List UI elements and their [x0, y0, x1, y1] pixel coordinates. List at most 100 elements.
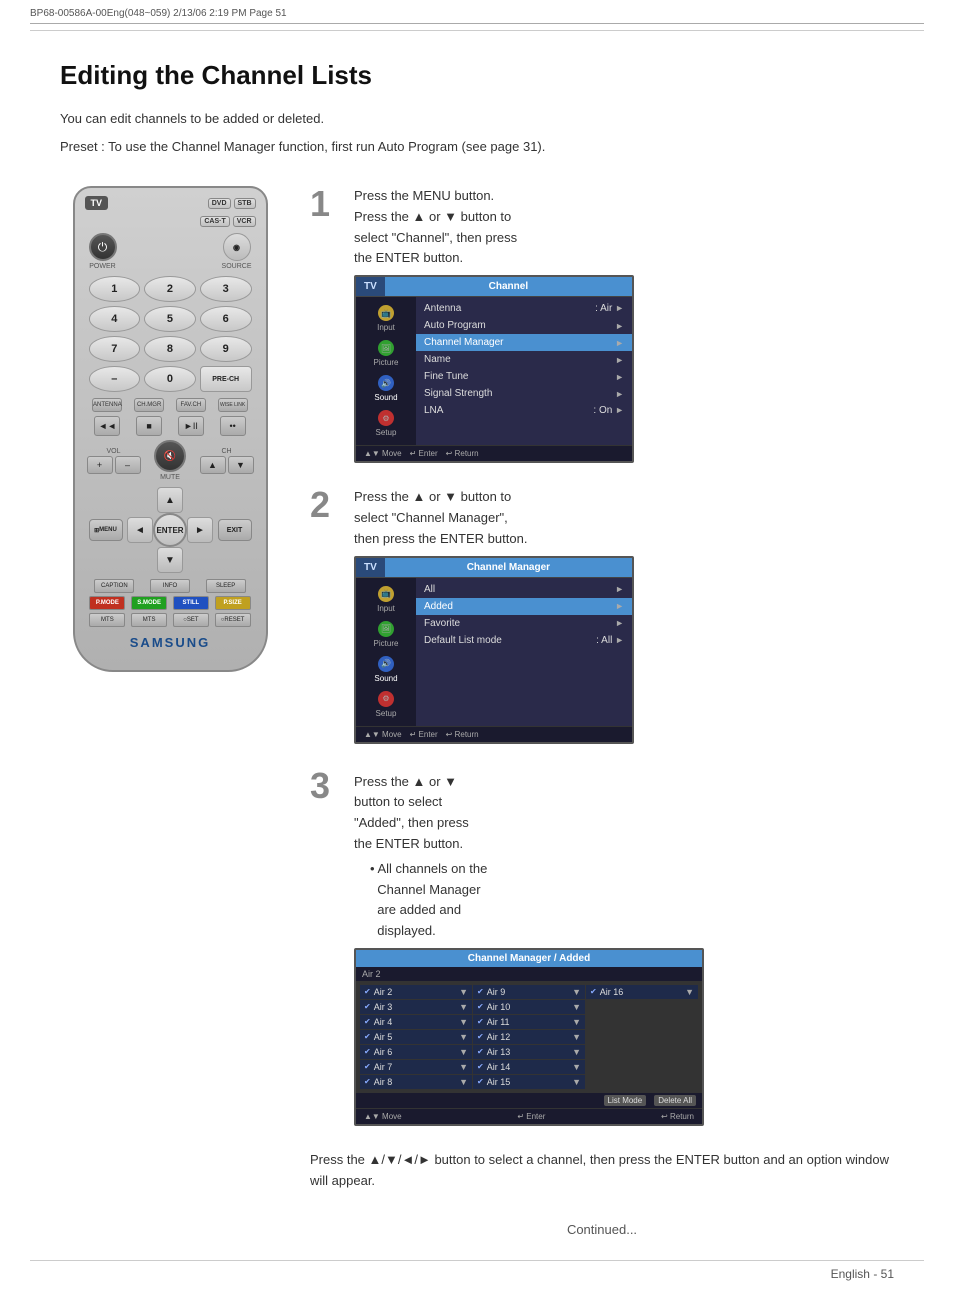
- ch-air3: ✔Air 3▼: [360, 1000, 472, 1014]
- antenna-label: Antenna: [424, 303, 461, 314]
- all-arrow: ►: [615, 584, 624, 594]
- remote-mute-btn[interactable]: 🔇: [154, 440, 186, 472]
- input-icon: 📺: [378, 305, 394, 321]
- step-1-text: Press the MENU button. Press the ▲ or ▼ …: [354, 186, 894, 269]
- remote-vol-up[interactable]: +: [87, 456, 113, 474]
- remote-vcr-btn[interactable]: VCR: [233, 216, 256, 227]
- remote-cast-btn[interactable]: CAS·T: [200, 216, 229, 227]
- remote-ch-up[interactable]: ▲: [200, 456, 226, 474]
- tv-menu-1: TV Channel 📺 Input 🖼: [354, 275, 634, 463]
- ch-air5: ✔Air 5▼: [360, 1030, 472, 1044]
- remote-dpad-right[interactable]: ►: [187, 517, 213, 543]
- remote-source-button[interactable]: ◉: [223, 233, 251, 261]
- ch-manager-header: Channel Manager / Added: [356, 950, 702, 967]
- remote-reset-btn[interactable]: ○RESET: [215, 613, 251, 627]
- remote-psize-btn[interactable]: P.SIZE: [215, 596, 251, 610]
- menu2-item-all: All ►: [416, 581, 632, 598]
- remote-play-btn[interactable]: ►II: [178, 416, 204, 436]
- remote-rew-btn[interactable]: ◄◄: [94, 416, 120, 436]
- remote-btn-9[interactable]: 9: [200, 336, 252, 362]
- chmgr-label: Channel Manager: [424, 337, 504, 348]
- remote-pmode-btn[interactable]: P.MODE: [89, 596, 125, 610]
- ch-col-3: ✔Air 16▼: [586, 985, 698, 1089]
- remote-samsung-logo: SAMSUNG: [85, 635, 256, 650]
- remote-dvd-btn[interactable]: DVD: [208, 198, 231, 209]
- sidebar-input: 📺 Input: [356, 301, 416, 336]
- input2-label: Input: [377, 604, 395, 613]
- remote-dpad-up[interactable]: ▲: [157, 487, 183, 513]
- remote-power-label: POWER: [89, 263, 115, 270]
- intro-line-1: You can edit channels to be added or del…: [60, 109, 894, 129]
- step-3-number: 3: [310, 768, 338, 804]
- picture-icon: 🖼: [378, 340, 394, 356]
- remote-power-button[interactable]: ⏻: [89, 233, 117, 261]
- remote-power-row: ⏻ POWER ◉ SOURCE: [89, 233, 252, 270]
- remote-top-bar-2: CAS·T VCR: [85, 216, 256, 227]
- remote-caption-btn[interactable]: CAPTION: [94, 579, 134, 593]
- remote-ff-btn[interactable]: ••: [220, 416, 246, 436]
- name-arrow: ►: [615, 355, 624, 365]
- remote-set-btn[interactable]: ○SET: [173, 613, 209, 627]
- remote-mts-btn[interactable]: MTS: [89, 613, 125, 627]
- ch-air4: ✔Air 4▼: [360, 1015, 472, 1029]
- remote-volch-row: VOL + – 🔇 MUTE CH ▲ ▼: [87, 440, 254, 481]
- remote-smode-btn[interactable]: S.MODE: [131, 596, 167, 610]
- ch-manager-grid: ✔Air 2▼ ✔Air 3▼ ✔Air 4▼ ✔Air 5▼ ✔Air 6▼ …: [356, 981, 702, 1093]
- step-1-number: 1: [310, 186, 338, 222]
- remote-dpad-enter[interactable]: ENTER: [153, 513, 187, 547]
- tv-menu-1-body: 📺 Input 🖼 Picture 🔊 Sound: [356, 297, 632, 445]
- remote-dpad-down[interactable]: ▼: [157, 547, 183, 573]
- autoprog-arrow: ►: [615, 321, 624, 331]
- ch-footer-enter: ↵ Enter: [517, 1112, 545, 1121]
- remote-chmgr-btn[interactable]: CH.MGR: [134, 398, 164, 412]
- step-2-content: Press the ▲ or ▼ button to select "Chann…: [354, 487, 894, 743]
- remote-still-btn[interactable]: STILL: [173, 596, 209, 610]
- remote-menu-btn[interactable]: ⊞ MENU: [89, 519, 123, 541]
- step-3-bullet: • All channels on the Channel Manager ar…: [370, 859, 894, 942]
- remote-btn-1[interactable]: 1: [89, 276, 141, 302]
- menu2-item-defaultlist: Default List mode : All ►: [416, 632, 632, 649]
- ch-air8: ✔Air 8▼: [360, 1075, 472, 1089]
- remote-btn-7[interactable]: 7: [89, 336, 141, 362]
- tv-menu-1-header-right: Channel: [385, 277, 632, 296]
- list-mode-btn[interactable]: List Mode: [604, 1095, 647, 1106]
- remote-source-group: DVD STB: [208, 198, 256, 209]
- remote-mts2-btn[interactable]: MTS: [131, 613, 167, 627]
- remote-dpad: ▲ ◄ ENTER ► ▼: [125, 485, 215, 575]
- remote-stb-btn[interactable]: STB: [234, 198, 256, 209]
- remote-btn-4[interactable]: 4: [89, 306, 141, 332]
- remote-exit-btn[interactable]: EXIT: [218, 519, 252, 541]
- footer-enter: ↵ Enter: [410, 449, 438, 458]
- remote-btn-0[interactable]: 0: [144, 366, 196, 392]
- header-text: BP68-00586A-00Eng(048~059) 2/13/06 2:19 …: [30, 8, 287, 19]
- picture2-label: Picture: [374, 639, 399, 648]
- remote-wiselink-btn[interactable]: WISE LINK: [218, 398, 248, 412]
- ch-air11: ✔Air 11▼: [473, 1015, 585, 1029]
- tv-menu-2: TV Channel Manager 📺 Input 🖼: [354, 556, 634, 744]
- remote-vol-down[interactable]: –: [115, 456, 141, 474]
- remote-btn-8[interactable]: 8: [144, 336, 196, 362]
- remote-btn-6[interactable]: 6: [200, 306, 252, 332]
- continued-text: Continued...: [310, 1222, 894, 1237]
- ch-air12: ✔Air 12▼: [473, 1030, 585, 1044]
- remote-btn-dash[interactable]: –: [89, 366, 141, 392]
- remote-btn-3[interactable]: 3: [200, 276, 252, 302]
- sound-label: Sound: [374, 393, 397, 402]
- remote-favch-btn[interactable]: FAV.CH: [176, 398, 206, 412]
- remote-stop-btn[interactable]: ■: [136, 416, 162, 436]
- remote-dpad-left[interactable]: ◄: [127, 517, 153, 543]
- chmgr-arrow: ►: [615, 338, 624, 348]
- remote-btn-2[interactable]: 2: [144, 276, 196, 302]
- remote-btn-prech[interactable]: PRE-CH: [200, 366, 252, 392]
- remote-menu-dpad-area: ⊞ MENU ▲ ◄ ENTER ► ▼ EXIT: [89, 485, 252, 575]
- remote-btn-5[interactable]: 5: [144, 306, 196, 332]
- favorite-arrow: ►: [615, 618, 624, 628]
- remote-ch-down[interactable]: ▼: [228, 456, 254, 474]
- bottom-divider: [30, 1260, 924, 1261]
- remote-info-btn[interactable]: INFO: [150, 579, 190, 593]
- footer2-return: ↩ Return: [446, 730, 479, 739]
- remote-antenna-btn[interactable]: ANTENNA: [92, 398, 122, 412]
- remote-sleep-btn[interactable]: SLEEP: [206, 579, 246, 593]
- delete-all-btn[interactable]: Delete All: [654, 1095, 696, 1106]
- menu2-item-favorite: Favorite ►: [416, 615, 632, 632]
